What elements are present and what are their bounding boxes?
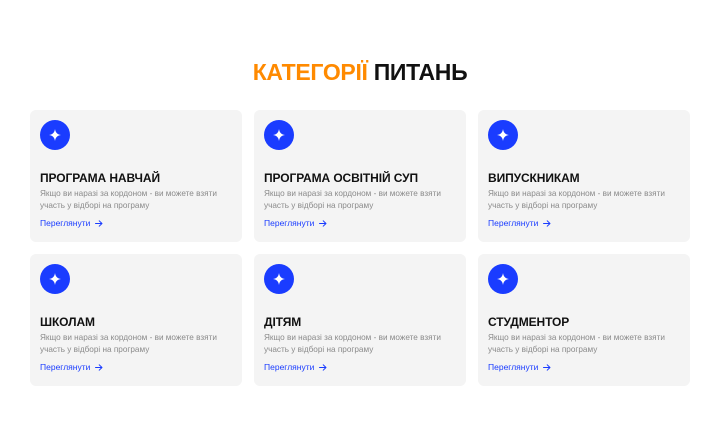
arrow-right-icon — [543, 220, 551, 227]
view-link[interactable]: Переглянути — [488, 362, 551, 373]
card-title: ДІТЯМ — [264, 315, 302, 329]
sparkle-icon — [488, 120, 518, 150]
arrow-right-icon — [95, 220, 103, 227]
card-description: Якщо ви наразі за кордоном - ви можете в… — [40, 333, 217, 354]
category-card-osvitnii-sup[interactable]: ПРОГРАМА ОСВІТНІЙ СУП Якщо ви наразі за … — [254, 110, 466, 242]
card-title: СТУДМЕНТОР — [488, 315, 570, 329]
card-title: ВИПУСКНИКАМ — [488, 171, 580, 185]
view-link[interactable]: Переглянути — [264, 362, 327, 373]
view-link[interactable]: Переглянути — [264, 218, 327, 229]
card-description: Якщо ви наразі за кордоном - ви можете в… — [40, 189, 217, 210]
card-description: Якщо ви наразі за кордоном - ви можете в… — [264, 333, 441, 354]
sparkle-icon — [40, 264, 70, 294]
category-card-shkolam[interactable]: ШКОЛАМ Якщо ви наразі за кордоном - ви м… — [30, 254, 242, 386]
view-link-label: Переглянути — [488, 362, 539, 372]
card-description: Якщо ви наразі за кордоном - ви можете в… — [488, 189, 665, 210]
card-description: Якщо ви наразі за кордоном - ви можете в… — [264, 189, 441, 210]
sparkle-icon — [40, 120, 70, 150]
view-link-label: Переглянути — [40, 362, 91, 372]
card-title: ШКОЛАМ — [40, 315, 95, 329]
category-card-vypusknykam[interactable]: ВИПУСКНИКАМ Якщо ви наразі за кордоном -… — [478, 110, 690, 242]
arrow-right-icon — [95, 364, 103, 371]
view-link-label: Переглянути — [264, 218, 315, 228]
view-link[interactable]: Переглянути — [488, 218, 551, 229]
category-card-ditiam[interactable]: ДІТЯМ Якщо ви наразі за кордоном - ви мо… — [254, 254, 466, 386]
arrow-right-icon — [319, 364, 327, 371]
arrow-right-icon — [543, 364, 551, 371]
view-link-label: Переглянути — [264, 362, 315, 372]
card-description: Якщо ви наразі за кордоном - ви можете в… — [488, 333, 665, 354]
section-heading: КАТЕГОРІЇ ПИТАНЬ — [0, 58, 720, 86]
category-card-studmentor[interactable]: СТУДМЕНТОР Якщо ви наразі за кордоном - … — [478, 254, 690, 386]
sparkle-icon — [264, 264, 294, 294]
category-card-navchai[interactable]: ПРОГРАМА НАВЧАЙ Якщо ви наразі за кордон… — [30, 110, 242, 242]
card-title: ПРОГРАМА НАВЧАЙ — [40, 171, 160, 185]
view-link-label: Переглянути — [488, 218, 539, 228]
view-link[interactable]: Переглянути — [40, 218, 103, 229]
heading-accent: КАТЕГОРІЇ — [252, 59, 368, 85]
view-link[interactable]: Переглянути — [40, 362, 103, 373]
sparkle-icon — [264, 120, 294, 150]
sparkle-icon — [488, 264, 518, 294]
categories-grid: ПРОГРАМА НАВЧАЙ Якщо ви наразі за кордон… — [30, 110, 690, 386]
heading-main: ПИТАНЬ — [373, 59, 468, 85]
view-link-label: Переглянути — [40, 218, 91, 228]
card-title: ПРОГРАМА ОСВІТНІЙ СУП — [264, 171, 419, 185]
page: КАТЕГОРІЇ ПИТАНЬ ПРОГРАМА НАВЧАЙ Якщо ви… — [0, 0, 720, 447]
arrow-right-icon — [319, 220, 327, 227]
